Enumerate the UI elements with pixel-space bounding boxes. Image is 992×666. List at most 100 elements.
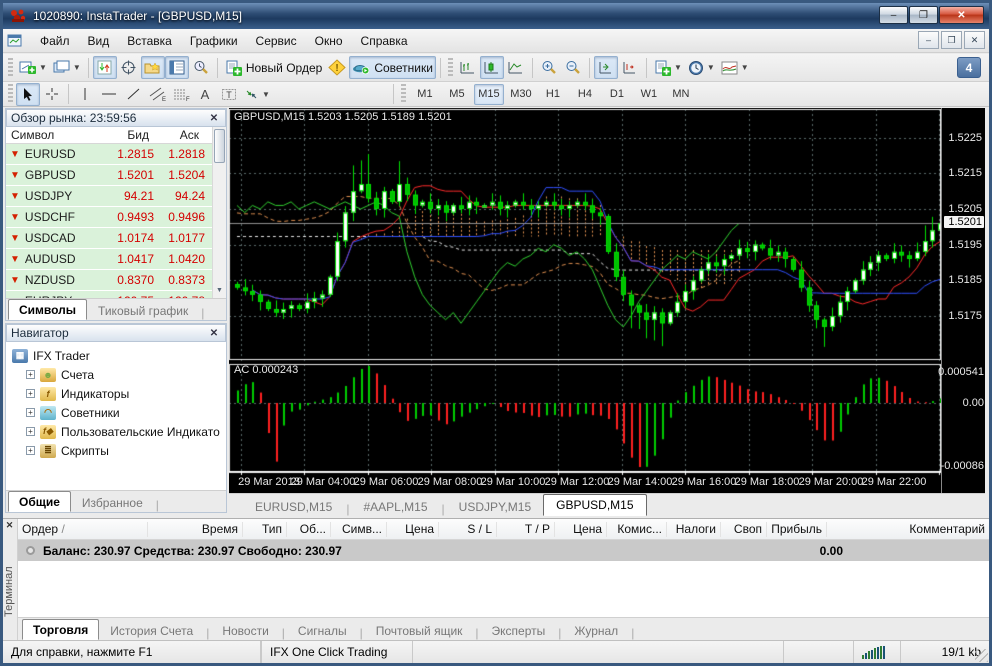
timeframe-h1-button[interactable]: H1 [538,84,568,105]
chart-tab-eurusd[interactable]: EURUSD,M15 [243,497,344,516]
column-volume[interactable]: Об... [287,521,331,537]
mdi-close-button[interactable]: ✕ [964,31,985,49]
tab-symbols[interactable]: Символы [8,299,88,320]
indicators-button[interactable]: ▼ [718,56,752,79]
timeframe-m1-button[interactable]: M1 [410,84,440,105]
tab-tick-chart[interactable]: Тиковый график [87,301,199,320]
expand-icon[interactable]: + [26,370,35,379]
chart-tab-gbpusd[interactable]: GBPUSD,M15 [543,494,647,516]
menu-window[interactable]: Окно [306,31,352,51]
tree-root-ifx-trader[interactable]: ▦ IFX Trader [12,346,226,365]
terminal-close-icon[interactable]: ✕ [3,519,16,532]
tree-item-scripts[interactable]: + ≣ Скрипты [12,441,226,460]
crosshair-tool-button[interactable] [40,83,64,106]
chart-shift-button[interactable] [618,56,642,79]
column-commission[interactable]: Комис... [607,521,667,537]
menu-charts[interactable]: Графики [181,31,247,51]
menu-help[interactable]: Справка [352,31,417,51]
auto-scroll-button[interactable] [593,56,618,79]
timeframe-mn-button[interactable]: MN [666,84,696,105]
symbol-row[interactable]: ▼ GBPUSD 1.5201 1.5204 [6,165,226,186]
expand-icon[interactable]: + [26,427,35,436]
cursor-tool-button[interactable] [16,82,40,106]
scrollbar-down-icon[interactable]: ▼ [214,285,225,297]
zoom-out-button[interactable] [561,56,585,79]
symbol-row[interactable]: ▼ AUDUSD 1.0417 1.0420 [6,249,226,270]
close-button[interactable]: ✕ [939,6,984,24]
column-type[interactable]: Тип [243,521,287,537]
line-chart-type-button[interactable] [504,56,528,79]
market-watch-toggle-button[interactable] [92,56,117,79]
data-window-button[interactable] [117,56,141,79]
zoom-in-button[interactable] [537,56,561,79]
terminal-toggle-button[interactable] [164,56,189,79]
market-watch-scrollbar[interactable]: ▼ [212,127,226,298]
mdi-minimize-button[interactable]: – [918,31,939,49]
tab-trade[interactable]: Торговля [22,619,100,640]
symbol-row[interactable]: ▼ EURUSD 1.2815 1.2818 [6,144,226,165]
arrows-tool-button[interactable]: ▼ [241,83,273,106]
balance-row[interactable]: Баланс: 230.97 Средства: 230.97 Свободно… [18,540,989,561]
scrollbar-thumb[interactable] [214,129,225,163]
navigator-toggle-button[interactable] [140,56,165,79]
text-tool-button[interactable]: A [193,83,217,106]
tree-item-indicators[interactable]: + f Индикаторы [12,384,226,403]
chart-tab-aapl[interactable]: #AAPL,M15 [351,497,439,516]
column-order[interactable]: Ордер / [18,521,148,537]
menu-file[interactable]: Файл [31,31,79,51]
column-profit[interactable]: Прибыль [767,521,827,537]
chart-tab-usdjpy[interactable]: USDJPY,M15 [447,497,543,516]
timeframe-d1-button[interactable]: D1 [602,84,632,105]
column-price-current[interactable]: Цена [555,521,607,537]
symbol-row[interactable]: ▼ USDCAD 1.0174 1.0177 [6,228,226,249]
tab-news[interactable]: Новости [211,621,279,640]
toolbar-grip[interactable] [400,84,406,104]
expand-icon[interactable]: + [26,408,35,417]
expand-icon[interactable]: + [26,389,35,398]
toolbar-grip[interactable] [447,57,453,78]
column-sl[interactable]: S / L [439,521,497,537]
column-swap[interactable]: Своп [721,521,767,537]
column-time[interactable]: Время [148,521,243,537]
symbol-row[interactable]: ▼ USDJPY 94.21 94.24 [6,186,226,207]
symbol-row[interactable]: ▼ NZDUSD 0.8370 0.8373 [6,270,226,291]
candlestick-chart-type-button[interactable] [479,56,504,79]
maximize-button[interactable]: ❐ [909,6,938,24]
templates-button[interactable]: ▼ [651,56,685,79]
minimize-button[interactable]: – [879,6,908,24]
tab-account-history[interactable]: История Счета [99,621,204,640]
timeframe-m5-button[interactable]: M5 [442,84,472,105]
chart-area[interactable]: GBPUSD,M15 1.5203 1.5205 1.5189 1.5201 A… [229,108,985,493]
column-comment[interactable]: Комментарий [827,522,989,537]
tab-favorites[interactable]: Избранное [71,493,154,512]
column-taxes[interactable]: Налоги [667,521,721,537]
toolbar-grip[interactable] [8,84,13,104]
horizontal-line-tool-button[interactable] [97,83,121,106]
menu-insert[interactable]: Вставка [118,31,181,51]
column-symbol[interactable]: Симв... [331,521,387,537]
notifications-badge[interactable]: 4 [957,57,981,78]
symbol-row[interactable]: ▼EURJPY 120.75 120.78 [6,291,226,298]
periods-button[interactable]: ▼ [685,56,718,79]
text-label-tool-button[interactable]: T [217,83,241,106]
navigator-close-icon[interactable]: ✕ [207,328,221,339]
column-ask[interactable]: Аск [154,128,204,142]
tab-mailbox[interactable]: Почтовый ящик [365,621,474,640]
vertical-line-tool-button[interactable] [73,83,97,106]
tab-experts[interactable]: Эксперты [481,621,557,640]
market-watch-close-icon[interactable]: ✕ [207,113,221,124]
equidistant-channel-tool-button[interactable]: E [145,83,169,106]
timeframe-w1-button[interactable]: W1 [634,84,664,105]
tree-item-accounts[interactable]: + ☻ Счета [12,365,226,384]
timeframe-h4-button[interactable]: H4 [570,84,600,105]
status-trading-mode[interactable]: IFX One Click Trading [261,641,413,663]
menu-service[interactable]: Сервис [247,31,306,51]
expert-advisors-button[interactable]: Советники [349,56,436,79]
alert-button[interactable]: ! [325,56,349,79]
bar-chart-type-button[interactable] [456,56,480,79]
column-tp[interactable]: T / P [497,521,555,537]
mdi-restore-button[interactable]: ❐ [941,31,962,49]
menu-view[interactable]: Вид [79,31,119,51]
price-chart-canvas[interactable] [229,108,941,493]
toolbar-grip[interactable] [8,57,13,78]
